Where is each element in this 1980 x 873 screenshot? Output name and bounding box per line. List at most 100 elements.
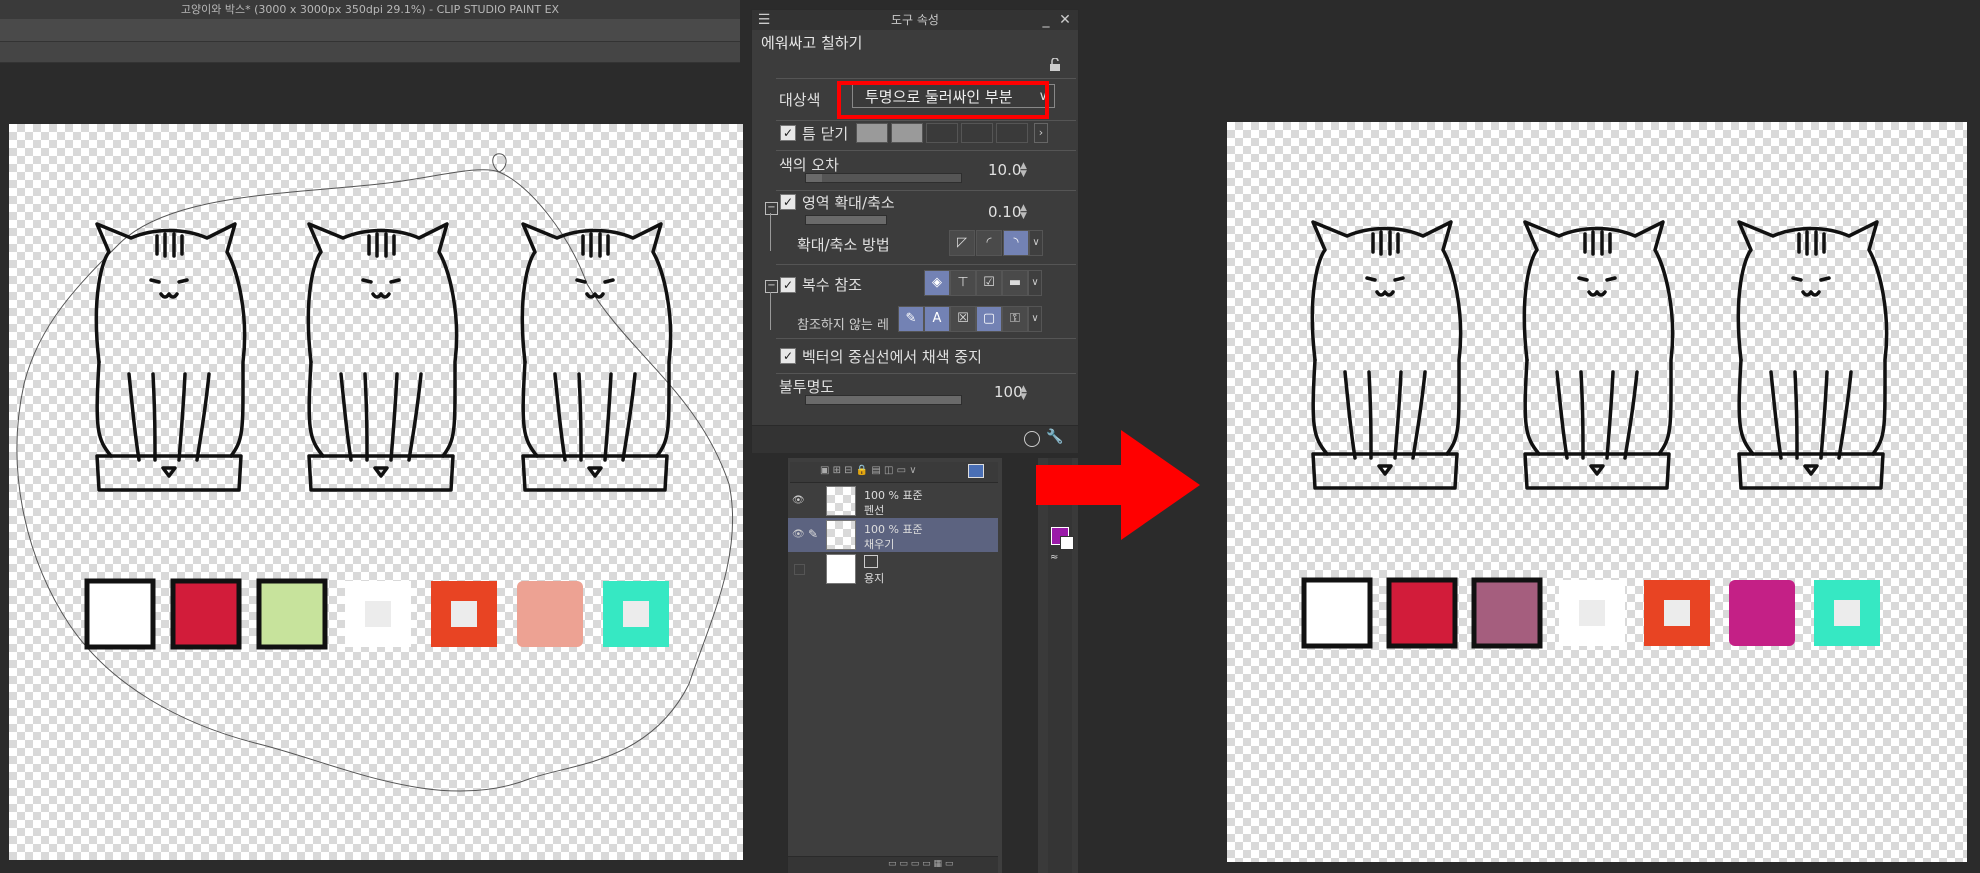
cat-illustrations	[94, 222, 673, 492]
exclude-locked-icon[interactable]: ⚿	[1002, 306, 1028, 332]
scale-round-icon[interactable]: ◜	[976, 230, 1002, 256]
lock-icon[interactable]	[1048, 57, 1062, 72]
close-icon[interactable]: ✕	[1057, 12, 1073, 28]
swatch-3	[256, 578, 328, 650]
vector-center-checkbox[interactable]: ✓	[780, 348, 796, 364]
cat-2-stroke	[1579, 370, 1585, 460]
cat-3-stroke	[1791, 276, 1803, 282]
visibility-box[interactable]	[794, 564, 805, 575]
layer-blend: 100 % 표준	[864, 523, 923, 536]
cat-1-stroke	[94, 222, 247, 458]
gap-level-5[interactable]	[996, 123, 1028, 143]
area-scaling-label: 영역 확대/축소	[802, 194, 895, 212]
canvas-before[interactable]	[9, 124, 743, 860]
cat-3-stroke	[553, 372, 567, 462]
chevron-down-icon[interactable]: ∨	[1028, 306, 1042, 332]
eye-icon[interactable]: 👁	[792, 529, 805, 540]
cat-1-stroke	[1411, 370, 1427, 460]
swatch-2	[170, 578, 242, 650]
selected-layers-icon[interactable]: ☑	[976, 270, 1002, 296]
cat-2-stroke	[1522, 220, 1675, 456]
cat-1-stroke	[159, 292, 179, 299]
layer-name: 채우기	[864, 538, 895, 551]
cat-1-stroke	[161, 466, 177, 478]
scale-sharp-icon[interactable]: ◸	[949, 230, 975, 256]
swatch-1	[84, 578, 156, 650]
exclude-paper-icon[interactable]: ▢	[976, 306, 1002, 332]
chevron-down-icon[interactable]: ∨	[1028, 270, 1042, 296]
cat-3-stroke	[1819, 370, 1829, 460]
swatch-hole	[623, 601, 649, 627]
swatch-hole	[1579, 600, 1605, 626]
cat-2-stroke	[1523, 452, 1671, 490]
cat-3-stroke	[577, 372, 583, 462]
eye-icon[interactable]: 👁	[792, 495, 805, 506]
layer-bottom-toolbar: ▭ ▭ ▭ ▭ ▦ ▭	[788, 856, 998, 873]
spinner-icon[interactable]: ▲ ▼	[1020, 385, 1027, 402]
area-scaling-value[interactable]: 0.10	[988, 203, 1021, 221]
cat-1-stroke	[95, 454, 243, 492]
cat-1-stroke	[1343, 370, 1357, 460]
layer-thumbnail	[826, 554, 856, 584]
spinner-icon[interactable]: ▲ ▼	[1020, 204, 1027, 221]
layer-lock-icons[interactable]: ▣ ⊞ ⊟ 🔒 ▤ ◫ ▭ ∨	[820, 465, 917, 476]
cat-1-stroke	[1367, 370, 1373, 460]
chevron-down-icon[interactable]: ∨	[1029, 230, 1043, 256]
layer-panel: ▣ ⊞ ⊟ 🔒 ▤ ◫ ▭ ∨ 👁 100 % 표준 펜선 👁 ✎ 100 % …	[787, 458, 1002, 873]
divider	[776, 78, 1076, 79]
exclude-text-icon[interactable]: A	[924, 306, 950, 332]
color-swatches	[84, 578, 669, 650]
color-margin-value[interactable]: 10.0	[988, 161, 1021, 179]
area-scaling-slider[interactable]	[805, 215, 887, 225]
layer-row-fill[interactable]: 👁 ✎ 100 % 표준 채우기	[788, 518, 998, 552]
divider	[776, 373, 1076, 374]
spinner-icon[interactable]: ▲ ▼	[1020, 162, 1027, 179]
canvas-after[interactable]	[1227, 122, 1967, 862]
gap-level-4[interactable]	[961, 123, 993, 143]
tool-property-panel: 도구 속성 ☰ _ ✕ 에워싸고 칠하기 대상색 투명으로 둘러싸인 부분 ∨ …	[751, 9, 1079, 453]
cat-1-stroke	[1365, 276, 1377, 282]
chevron-right-icon[interactable]: ›	[1034, 123, 1048, 143]
cat-3-stroke	[1803, 464, 1819, 476]
color-margin-slider[interactable]	[805, 173, 962, 183]
cat-2-stroke	[371, 292, 391, 299]
cat-2-stroke	[361, 278, 373, 284]
gap-level-3[interactable]	[926, 123, 958, 143]
layer-row-pen[interactable]: 👁 100 % 표준 펜선	[788, 484, 998, 518]
target-color-label: 대상색	[779, 91, 821, 109]
multi-refer-checkbox[interactable]: ✓	[780, 277, 796, 293]
canvas-after-artwork	[1301, 220, 1889, 649]
collapse-icon[interactable]: −	[765, 202, 778, 215]
cat-3-stroke	[1801, 290, 1821, 297]
close-gap-checkbox[interactable]: ✓	[780, 125, 796, 141]
opacity-slider[interactable]	[805, 395, 962, 405]
gap-level-2[interactable]	[891, 123, 923, 143]
layer-bottom-icons[interactable]: ▭ ▭ ▭ ▭ ▦ ▭	[888, 859, 953, 869]
cat-3-stroke	[1793, 370, 1799, 460]
cat-2-stroke	[373, 466, 389, 478]
reference-layer-icon[interactable]: ⊤	[950, 270, 976, 296]
cat-1-stroke	[1393, 370, 1403, 460]
all-layers-icon[interactable]: ◈	[924, 270, 950, 296]
cat-1-stroke	[1311, 358, 1329, 456]
scale-darkest-icon[interactable]: ◝	[1003, 230, 1029, 256]
gap-level-1[interactable]	[856, 123, 888, 143]
vector-center-label: 벡터의 중심선에서 채색 중지	[802, 348, 982, 366]
layer-color-icon[interactable]	[968, 464, 984, 478]
exclude-edit-icon[interactable]: ☒	[950, 306, 976, 332]
area-scaling-checkbox[interactable]: ✓	[780, 194, 796, 210]
panel-menu-icon[interactable]: ☰	[756, 12, 772, 28]
opacity-value[interactable]: 100	[994, 383, 1023, 401]
cat-3-stroke	[575, 278, 587, 284]
cat-2-stroke	[1587, 290, 1607, 297]
wave-icon[interactable]: ≈	[1050, 552, 1058, 563]
swatch-hole	[1834, 600, 1860, 626]
exclude-draft-icon[interactable]: ✎	[898, 306, 924, 332]
minimize-icon[interactable]: _	[1038, 12, 1054, 28]
folder-icon[interactable]: ▬	[1002, 270, 1028, 296]
layer-row-paper[interactable]: 용지	[788, 552, 998, 586]
sub-toolbar	[0, 42, 740, 63]
cat-1-stroke	[195, 372, 211, 462]
cat-2-stroke	[1605, 370, 1615, 460]
collapse-icon[interactable]: −	[765, 280, 778, 293]
